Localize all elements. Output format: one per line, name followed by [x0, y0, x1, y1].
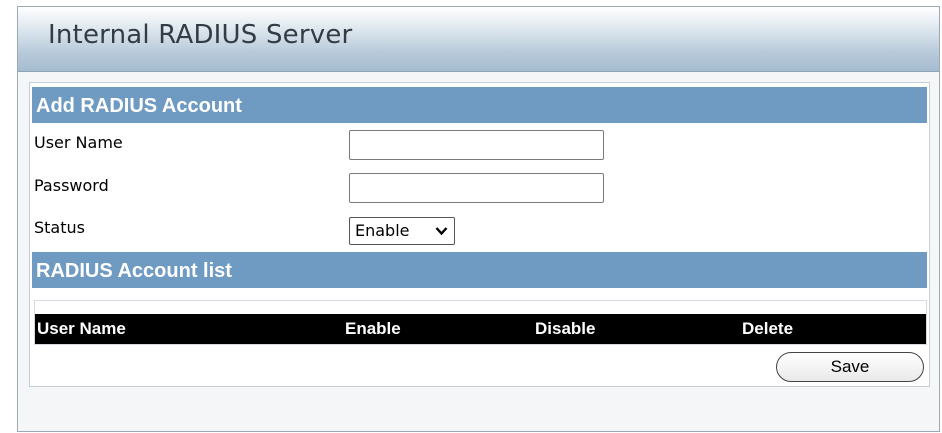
column-disable: Disable: [535, 319, 596, 338]
status-label: Status: [34, 218, 85, 237]
password-label: Password: [34, 176, 109, 195]
title-bar: Internal RADIUS Server: [18, 7, 939, 72]
radius-panel: Add RADIUS Account User Name Password St…: [29, 82, 930, 387]
save-button[interactable]: Save: [776, 352, 924, 382]
add-account-header: Add RADIUS Account: [32, 87, 927, 123]
table-header-row: User Name Enable Disable Delete: [35, 314, 926, 344]
status-select[interactable]: Enable: [349, 217, 455, 245]
column-enable: Enable: [345, 319, 401, 338]
user-name-input[interactable]: [349, 130, 604, 160]
password-input[interactable]: [349, 173, 604, 203]
account-list-table: User Name Enable Disable Delete: [34, 300, 927, 345]
user-name-label: User Name: [34, 133, 123, 152]
main-frame: Internal RADIUS Server Add RADIUS Accoun…: [17, 6, 940, 432]
chevron-down-icon: [435, 227, 448, 236]
page-title: Internal RADIUS Server: [48, 20, 353, 50]
column-delete: Delete: [742, 319, 794, 338]
status-select-value: Enable: [355, 221, 410, 240]
column-user-name: User Name: [37, 319, 126, 338]
account-list-header: RADIUS Account list: [32, 252, 927, 288]
